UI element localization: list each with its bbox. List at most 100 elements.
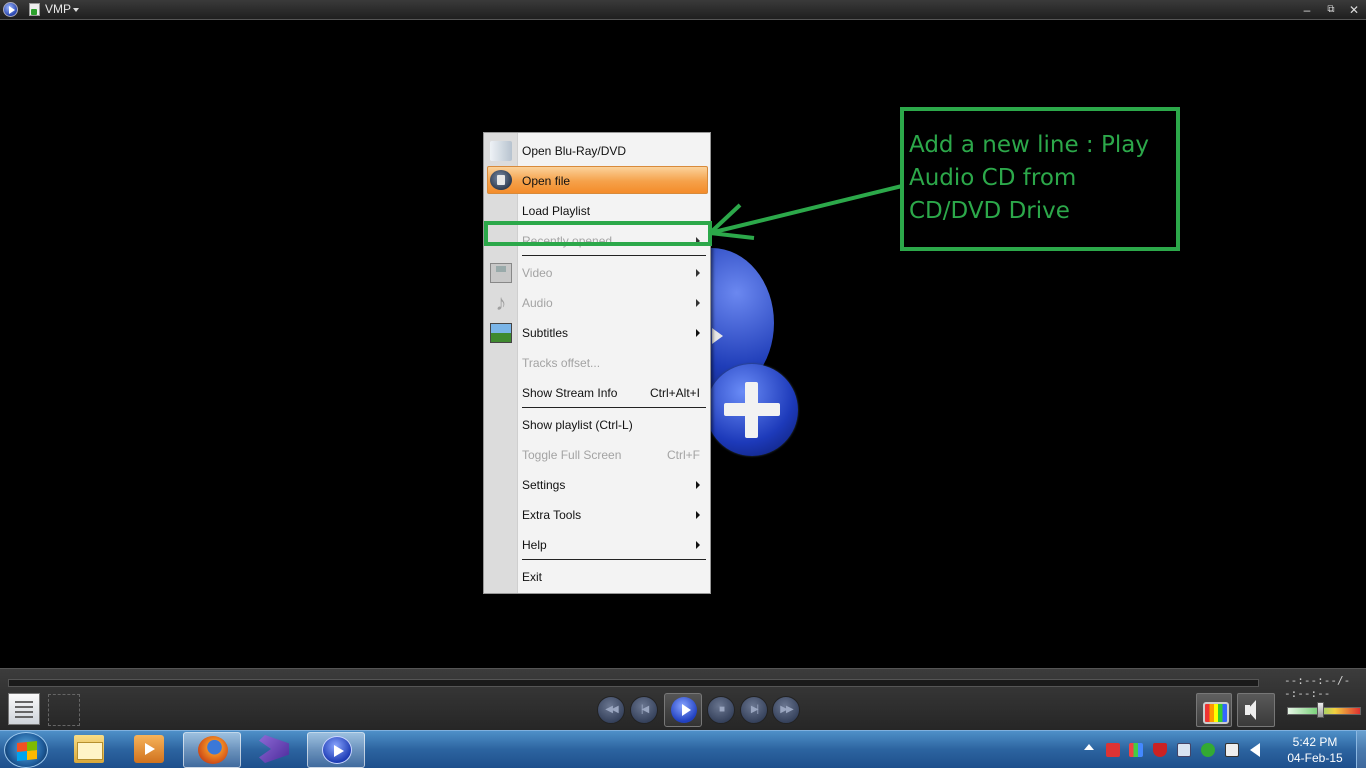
menu-item-exit[interactable]: Exit [484, 565, 710, 589]
menu-separator [522, 255, 706, 256]
stop-button[interactable]: ■ [707, 696, 735, 724]
menu-item-label: Exit [522, 570, 543, 584]
next-icon: ▶| [750, 704, 759, 715]
submenu-arrow-icon [696, 269, 700, 277]
menu-item-label: Toggle Full Screen [522, 448, 622, 462]
show-hidden-icons-icon[interactable] [1084, 744, 1094, 750]
system-tray [1080, 731, 1280, 768]
submenu-arrow-icon [696, 481, 700, 489]
vmp-icon [322, 736, 352, 764]
menu-item-help[interactable]: Help [484, 533, 710, 557]
minimize-button[interactable]: – [1297, 1, 1317, 19]
film-icon [490, 263, 512, 283]
menu-item-audio[interactable]: ♪ Audio [484, 291, 710, 315]
menu-item-toggle-full-screen[interactable]: Toggle Full Screen Ctrl+F [484, 443, 710, 467]
menu-item-extra-tools[interactable]: Extra Tools [484, 503, 710, 527]
volume-slider-thumb[interactable] [1317, 702, 1325, 718]
menu-item-video[interactable]: Video [484, 261, 710, 285]
show-desktop-button[interactable] [1356, 731, 1366, 768]
shield-icon[interactable] [1153, 743, 1167, 757]
taskbar: 5:42 PM 04-Feb-15 [0, 730, 1366, 768]
visual-studio-icon [259, 735, 289, 763]
play-button[interactable] [664, 693, 702, 727]
new-file-icon[interactable] [29, 3, 40, 16]
menu-item-label: Show playlist (Ctrl-L) [522, 418, 633, 432]
taskbar-app-visual-studio[interactable] [245, 732, 303, 768]
music-note-icon: ♪ [495, 290, 507, 315]
menu-separator [522, 407, 706, 408]
next-button[interactable]: ▶| [740, 696, 768, 724]
taskbar-app-media-center[interactable] [120, 732, 178, 768]
play-icon [712, 328, 723, 344]
clock[interactable]: 5:42 PM 04-Feb-15 [1280, 734, 1350, 766]
menu-item-shortcut: Ctrl+F [667, 448, 700, 462]
vmp-app-icon[interactable] [3, 2, 18, 17]
open-file-icon [490, 170, 512, 190]
time-display: --:--:--/--:--:-- [1284, 674, 1351, 700]
menu-item-tracks-offset[interactable]: Tracks offset... [484, 351, 710, 375]
start-button[interactable] [4, 732, 48, 768]
picture-icon [490, 323, 512, 343]
firefox-icon [198, 736, 228, 764]
green-app-icon[interactable] [1201, 743, 1215, 757]
taskbar-app-explorer[interactable] [60, 732, 118, 768]
control-bar: --:--:--/--:--:-- ◀◀ |◀ ■ ▶| ▶▶ [0, 668, 1366, 730]
network-icon[interactable] [1225, 743, 1239, 757]
restore-button[interactable]: ⧉ [1321, 1, 1341, 19]
media-icon [134, 735, 164, 763]
menu-item-label: Show Stream Info [522, 386, 618, 400]
previous-icon: |◀ [640, 704, 649, 715]
taskbar-app-vmp[interactable] [307, 732, 365, 768]
menu-item-label: Open file [522, 174, 571, 188]
menu-item-show-playlist[interactable]: Show playlist (Ctrl-L) [484, 413, 710, 437]
network-app-icon[interactable] [1129, 743, 1143, 757]
menu-item-label: Load Playlist [522, 204, 591, 218]
context-menu: Open Blu-Ray/DVD Open file Load Playlist… [483, 132, 711, 594]
annotation-arrow-icon [708, 184, 903, 240]
add-media-icon[interactable] [706, 364, 798, 456]
annotation-box: Add a new line : Play Audio CD from CD/D… [900, 107, 1180, 251]
menu-item-show-stream-info[interactable]: Show Stream Info Ctrl+Alt+I [484, 381, 710, 405]
chevron-down-icon[interactable] [73, 8, 79, 12]
menu-item-label: Open Blu-Ray/DVD [522, 144, 627, 158]
annotation-text: Add a new line : Play Audio CD from CD/D… [909, 132, 1149, 224]
menu-item-shortcut: Ctrl+Alt+I [649, 386, 700, 400]
mute-button[interactable] [1237, 693, 1275, 727]
rewind-button[interactable]: ◀◀ [597, 696, 625, 724]
menu-item-label: Tracks offset... [522, 356, 601, 370]
submenu-arrow-icon [696, 541, 700, 549]
annotation-highlight-box [484, 221, 712, 246]
seek-bar[interactable] [8, 679, 1259, 687]
submenu-arrow-icon [696, 511, 700, 519]
clock-time: 5:42 PM [1292, 735, 1338, 749]
menu-item-open-bluray[interactable]: Open Blu-Ray/DVD [484, 139, 710, 163]
submenu-arrow-icon [696, 329, 700, 337]
submenu-arrow-icon [696, 299, 700, 307]
menu-item-load-playlist[interactable]: Load Playlist [484, 199, 710, 223]
tv-button[interactable] [1196, 693, 1232, 727]
menu-item-settings[interactable]: Settings [484, 473, 710, 497]
fullscreen-button[interactable] [48, 694, 80, 726]
title-bar: VMP – ⧉ ✕ [0, 0, 1366, 20]
fast-forward-icon: ▶▶ [780, 704, 793, 715]
menu-item-label: Extra Tools [522, 508, 582, 522]
menu-item-label: Audio [522, 296, 553, 310]
menu-item-subtitles[interactable]: Subtitles [484, 321, 710, 345]
antivirus-icon[interactable] [1106, 743, 1120, 757]
taskbar-app-firefox[interactable] [183, 732, 241, 768]
folder-icon [74, 735, 104, 763]
windows-logo-icon [17, 740, 37, 762]
window-title[interactable]: VMP [45, 2, 71, 16]
fast-forward-button[interactable]: ▶▶ [772, 696, 800, 724]
speaker-icon[interactable] [1250, 743, 1260, 757]
playlist-button[interactable] [8, 693, 40, 725]
close-button[interactable]: ✕ [1344, 1, 1364, 19]
menu-item-label: Video [522, 266, 553, 280]
menu-separator [522, 559, 706, 560]
menu-item-open-file[interactable]: Open file [487, 166, 708, 194]
disc-icon [490, 141, 512, 161]
menu-item-label: Help [522, 538, 547, 552]
clock-date: 04-Feb-15 [1287, 751, 1343, 765]
previous-button[interactable]: |◀ [630, 696, 658, 724]
tool-icon[interactable] [1177, 743, 1191, 757]
